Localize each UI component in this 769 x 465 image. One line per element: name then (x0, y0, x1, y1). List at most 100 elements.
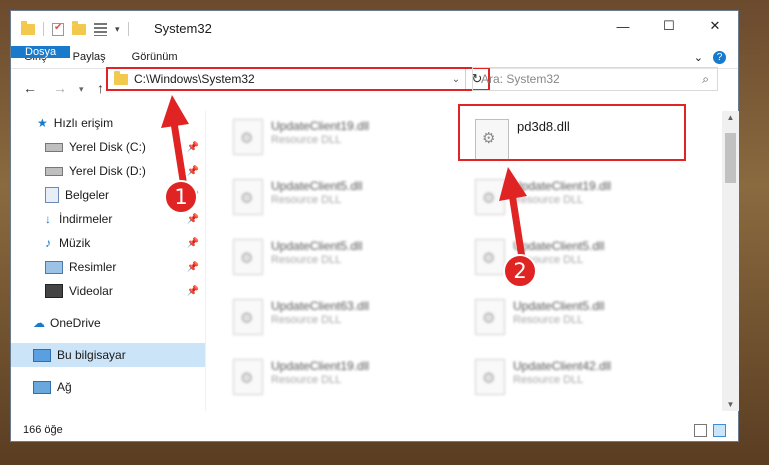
file-name: UpdateClient5.dll (271, 179, 363, 193)
sidebar-item-label: Yerel Disk (C:) (69, 140, 146, 154)
file-item[interactable]: UpdateClient19.dllResource DLL (475, 179, 611, 215)
sidebar-item-label: Videolar (69, 284, 113, 298)
file-item[interactable]: UpdateClient42.dllResource DLL (475, 359, 611, 395)
drive-icon (45, 166, 63, 176)
search-box[interactable]: Ara: System32 ⌕ (472, 67, 718, 91)
sidebar-item-label: İndirmeler (59, 212, 113, 226)
divider (43, 22, 44, 36)
window-controls: — ☐ ✕ (600, 11, 738, 41)
file-item[interactable]: UpdateClient5.dllResource DLL (233, 179, 362, 215)
videos-icon (45, 284, 63, 298)
minimize-button[interactable]: — (600, 11, 646, 41)
search-placeholder: Ara: System32 (481, 72, 560, 86)
scrollbar-thumb[interactable] (725, 133, 736, 183)
scroll-down-icon[interactable]: ▼ (722, 400, 739, 409)
pin-icon[interactable]: 📌 (187, 286, 199, 297)
close-button[interactable]: ✕ (692, 11, 738, 41)
expand-ribbon-icon[interactable]: ⌄ (694, 51, 703, 64)
maximize-button[interactable]: ☐ (646, 11, 692, 41)
file-type: Resource DLL (513, 314, 584, 326)
address-dropdown-icon[interactable]: ⌄ (447, 74, 465, 85)
sidebar-item-label: Müzik (59, 236, 91, 250)
scroll-up-icon[interactable]: ▲ (722, 113, 739, 122)
sidebar-item-label: Yerel Disk (D:) (69, 164, 146, 178)
sidebar-item-videos[interactable]: Videolar 📌 (11, 279, 205, 303)
file-name: UpdateClient19.dll (271, 359, 370, 373)
file-name: UpdateClient19.dll (513, 179, 612, 193)
pane-divider[interactable] (205, 111, 206, 411)
vertical-scrollbar[interactable]: ▲ ▼ (722, 111, 739, 411)
customize-dropdown-icon[interactable]: ▾ (115, 24, 120, 35)
sidebar-item-music[interactable]: ♪ Müzik 📌 (11, 231, 205, 255)
folder-icon (114, 70, 128, 85)
properties-icon[interactable] (94, 22, 107, 36)
star-icon: ★ (37, 116, 48, 130)
file-type: Resource DLL (271, 134, 342, 146)
address-bar[interactable]: C:\Windows\System32 ⌄ ↻ (106, 67, 490, 91)
computer-icon (33, 348, 51, 362)
file-type: Resource DLL (271, 254, 342, 266)
file-item[interactable]: UpdateClient5.dllResource DLL (475, 299, 604, 335)
status-bar: 166 öğe (11, 419, 738, 441)
file-item[interactable]: UpdateClient63.dllResource DLL (233, 299, 369, 335)
music-icon: ♪ (45, 236, 51, 250)
forward-button[interactable]: → (53, 80, 67, 96)
file-item[interactable]: UpdateClient19.dllResource DLL (233, 119, 369, 155)
sidebar-item-pictures[interactable]: Resimler 📌 (11, 255, 205, 279)
large-icons-view-icon[interactable] (713, 423, 726, 437)
back-button[interactable]: ← (23, 80, 37, 96)
sidebar-item-onedrive[interactable]: ☁ OneDrive (11, 311, 205, 335)
sidebar-item-quick-access[interactable]: ★ Hızlı erişim (11, 111, 205, 135)
divider (127, 22, 129, 36)
cloud-icon: ☁ (33, 316, 45, 330)
step-1-badge: 1 (164, 180, 198, 214)
pin-icon[interactable]: 📌 (187, 238, 199, 249)
drive-icon (45, 142, 63, 152)
file-type: Resource DLL (271, 194, 342, 206)
sidebar-item-label: Belgeler (65, 188, 110, 202)
sidebar-item-label: Bu bilgisayar (57, 348, 126, 362)
up-button[interactable]: ↑ (97, 80, 104, 96)
properties-check-icon[interactable] (52, 22, 64, 36)
sidebar-item-this-pc[interactable]: Bu bilgisayar (11, 343, 205, 367)
dll-file-icon (233, 179, 263, 215)
sidebar-item-local-disk-c[interactable]: Yerel Disk (C:) 📌 (11, 135, 205, 159)
dll-file-icon (475, 299, 505, 335)
sidebar-item-label: OneDrive (50, 316, 101, 330)
file-name: UpdateClient5.dll (513, 299, 605, 313)
dll-file-icon (233, 119, 263, 155)
folder-icon[interactable] (21, 20, 35, 35)
address-path: C:\Windows\System32 (134, 72, 255, 86)
details-view-icon[interactable] (694, 423, 707, 437)
tab-view[interactable]: Görünüm (119, 46, 191, 68)
tab-file[interactable]: Dosya (11, 46, 71, 58)
file-type: Resource DLL (513, 374, 584, 386)
file-type: Resource DLL (513, 194, 584, 206)
dll-file-icon (233, 359, 263, 395)
pin-icon[interactable]: 📌 (187, 214, 199, 225)
dll-file-icon (475, 359, 505, 395)
dll-file-icon (233, 299, 263, 335)
file-item[interactable]: UpdateClient19.dllResource DLL (233, 359, 369, 395)
help-icon[interactable]: ? (713, 50, 726, 64)
new-folder-icon[interactable] (72, 20, 86, 35)
file-item[interactable]: UpdateClient5.dllResource DLL (475, 239, 604, 275)
network-icon (33, 380, 51, 394)
file-name: UpdateClient63.dll (271, 299, 370, 313)
quick-access-toolbar: ▾ (21, 20, 129, 36)
pin-icon[interactable]: 📌 (187, 142, 199, 153)
navigation-pane: ★ Hızlı erişim Yerel Disk (C:) 📌 Yerel D… (11, 111, 205, 411)
pin-icon[interactable]: 📌 (187, 166, 199, 177)
sidebar-item-local-disk-d[interactable]: Yerel Disk (D:) 📌 (11, 159, 205, 183)
recent-locations-icon[interactable]: ▾ (79, 84, 84, 95)
file-name: UpdateClient19.dll (271, 119, 370, 133)
highlight-box-file (458, 104, 686, 161)
pictures-icon (45, 260, 63, 274)
sidebar-item-network[interactable]: Ağ (11, 375, 205, 399)
item-count: 166 öğe (23, 424, 63, 436)
search-icon[interactable]: ⌕ (702, 72, 709, 87)
pin-icon[interactable]: 📌 (187, 262, 199, 273)
file-item[interactable]: UpdateClient5.dllResource DLL (233, 239, 362, 275)
sidebar-item-label: Resimler (69, 260, 117, 274)
ribbon-tabs: Dosya Giriş Paylaş Görünüm ⌄ ? (11, 46, 738, 69)
